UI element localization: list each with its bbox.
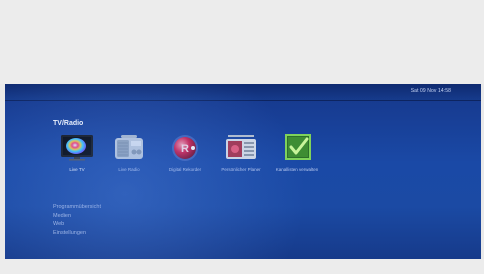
app-kanaele-verwalten[interactable]: Kanallisten verwalten	[267, 133, 327, 173]
app-live-radio[interactable]: Live Radio	[99, 133, 159, 173]
recorder-icon: R	[168, 133, 202, 163]
radio-icon	[112, 133, 146, 163]
checklist-icon	[280, 133, 314, 163]
tv-icon	[60, 133, 94, 163]
planner-icon	[224, 133, 258, 163]
clock-text: Sat 09 Nov 14:58	[410, 88, 451, 94]
header-bar: Sat 09 Nov 14:58	[5, 84, 481, 101]
app-label: Digital Rekorder	[168, 167, 202, 172]
app-label: Kanallisten verwalten	[275, 167, 319, 172]
menu-item-web[interactable]: Web	[53, 220, 101, 229]
app-label: Live TV	[69, 167, 85, 172]
app-label: Live Radio	[118, 167, 140, 172]
main-menu: Programmübersicht Medien Web Einstellung…	[53, 203, 101, 237]
app-label: Persönlicher Planer	[221, 167, 261, 172]
menu-item-programmuebersicht[interactable]: Programmübersicht	[53, 203, 101, 212]
app-persoenlicher-planer[interactable]: Persönlicher Planer	[211, 133, 271, 173]
app-live-tv[interactable]: Live TV	[47, 133, 107, 173]
menu-item-einstellungen[interactable]: Einstellungen	[53, 229, 101, 238]
app-digital-recorder[interactable]: R Digital Rekorder	[155, 133, 215, 173]
svg-text:R: R	[181, 143, 189, 155]
menu-item-medien[interactable]: Medien	[53, 212, 101, 221]
tv-screen: Sat 09 Nov 14:58 TV/Radio Live TV Live R…	[5, 84, 481, 259]
bottom-strip	[0, 259, 484, 274]
section-title: TV/Radio	[53, 120, 84, 127]
top-area	[0, 0, 484, 84]
